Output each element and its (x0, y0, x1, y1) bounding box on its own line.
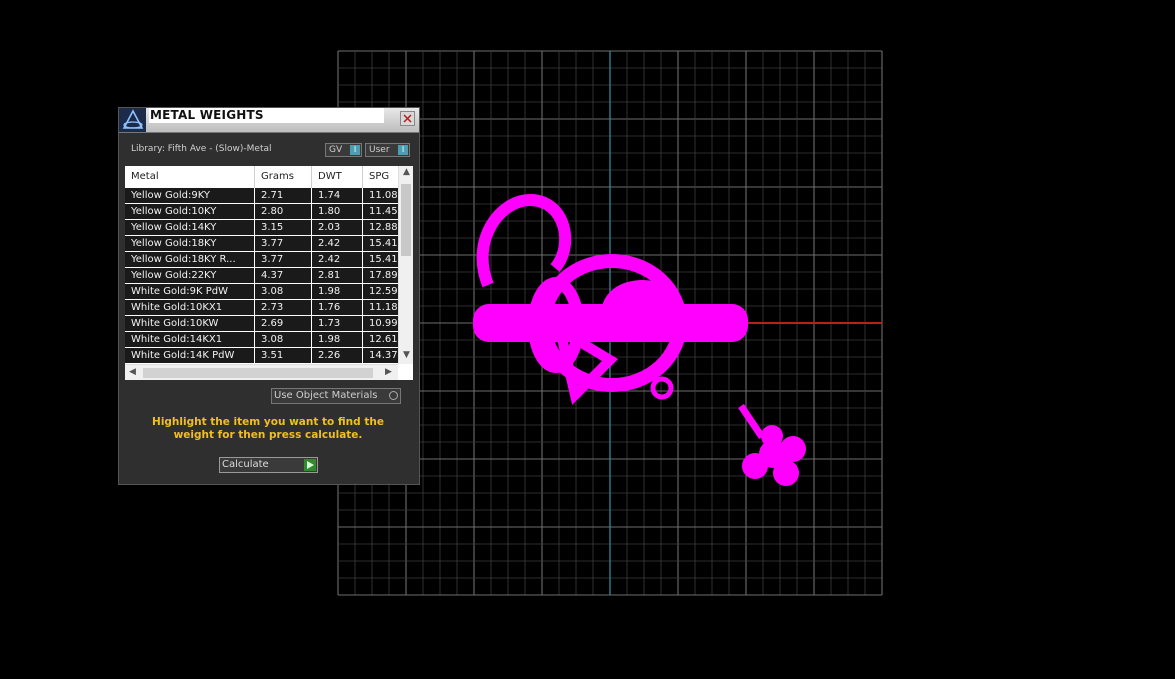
vertical-scrollbar[interactable]: ▲ ▼ (398, 166, 413, 364)
dwt-cell: 1.73 (312, 316, 363, 331)
library-label: Library: Fifth Ave - (Slow)-Metal (131, 144, 272, 154)
dwt-cell: 1.76 (312, 300, 363, 315)
app-logo-icon (119, 108, 146, 132)
chevron-up-icon[interactable]: ▲ (399, 167, 413, 177)
dwt-cell: 2.42 (312, 252, 363, 267)
spg-cell: 15.41 (369, 254, 398, 265)
dwt-cell: 2.26 (312, 348, 363, 363)
calculate-button[interactable]: Calculate (219, 457, 318, 473)
use-object-materials-label: Use Object Materials (274, 390, 378, 401)
grams-cell: 2.69 (255, 316, 312, 331)
chevron-left-icon[interactable]: ◀ (125, 367, 140, 377)
column-header-metal[interactable]: Metal (125, 166, 255, 188)
grams-cell: 3.77 (255, 236, 312, 251)
spg-cell: 14.37 (369, 350, 398, 361)
metal-cell: Yellow Gold:18KY R... (125, 252, 255, 267)
table-row[interactable]: White Gold:10KW 2.69 1.73 10.99 (125, 316, 398, 332)
dwt-cell: 1.98 (312, 284, 363, 299)
grams-cell: 2.73 (255, 300, 312, 315)
horizontal-scrollbar[interactable]: ◀ ▶ (125, 364, 398, 380)
grams-cell: 4.37 (255, 268, 312, 283)
dwt-cell: 1.74 (312, 188, 363, 203)
instructions-text: Highlight the item you want to find the … (152, 416, 384, 441)
grams-cell: 3.08 (255, 332, 312, 347)
grams-cell: 3.77 (255, 252, 312, 267)
panel-title: METAL WEIGHTS (149, 108, 384, 123)
dwt-cell: 2.81 (312, 268, 363, 283)
user-toggle-label: User (369, 145, 390, 155)
spg-cell: 17.89 (369, 270, 398, 281)
spg-cell: 12.88 (369, 222, 398, 233)
spg-cell: 12.61 (369, 334, 398, 345)
grams-cell: 3.08 (255, 284, 312, 299)
dwt-cell: 1.80 (312, 204, 363, 219)
metal-weights-panel: METAL WEIGHTS Library: Fifth Ave - (Slow… (118, 107, 420, 485)
user-toggle-knob: I (398, 145, 408, 155)
spg-cell: 12.59 (369, 286, 398, 297)
user-toggle[interactable]: User I (365, 143, 410, 157)
horizontal-scroll-thumb[interactable] (143, 368, 373, 378)
chevron-down-icon[interactable]: ▼ (399, 350, 413, 360)
table-header: Metal Grams DWT SPG (125, 166, 398, 188)
metal-cell: Yellow Gold:14KY (125, 220, 255, 235)
column-header-spg[interactable]: SPG (363, 166, 398, 188)
metal-cell: White Gold:14K PdW (125, 348, 255, 363)
table-row[interactable]: White Gold:10KX1 2.73 1.76 11.18 (125, 300, 398, 316)
chevron-right-icon[interactable]: ▶ (381, 367, 396, 377)
metal-cell: White Gold:10KX1 (125, 300, 255, 315)
metal-cell: Yellow Gold:18KY (125, 236, 255, 251)
table-row[interactable]: Yellow Gold:18KY R... 3.77 2.42 15.41 (125, 252, 398, 268)
metal-cell: White Gold:10KW (125, 316, 255, 331)
clover-model[interactable] (738, 404, 806, 486)
vertical-scroll-thumb[interactable] (401, 184, 411, 256)
table-body: Yellow Gold:9KY 2.71 1.74 11.08 Yellow Gold:… (125, 188, 398, 364)
spg-cell: 10.99 (369, 318, 398, 329)
metal-cell: Yellow Gold:10KY (125, 204, 255, 219)
table-row[interactable]: White Gold:14K PdW 3.51 2.26 14.37 (125, 348, 398, 364)
table-row[interactable]: Yellow Gold:14KY 3.15 2.03 12.88 (125, 220, 398, 236)
gv-toggle-knob: I (350, 145, 360, 155)
panel-titlebar[interactable]: METAL WEIGHTS (119, 108, 419, 133)
dwt-cell: 1.98 (312, 332, 363, 347)
table-row[interactable]: White Gold:14KX1 3.08 1.98 12.61 (125, 332, 398, 348)
table-row[interactable]: Yellow Gold:22KY 4.37 2.81 17.89 (125, 268, 398, 284)
spg-cell: 11.45 (369, 206, 398, 217)
spg-cell: 11.08 (369, 190, 398, 201)
table-row[interactable]: Yellow Gold:9KY 2.71 1.74 11.08 (125, 188, 398, 204)
close-icon (403, 114, 412, 123)
play-icon (304, 459, 316, 471)
grams-cell: 2.71 (255, 188, 312, 203)
calculate-label: Calculate (222, 459, 269, 470)
table-row[interactable]: Yellow Gold:18KY 3.77 2.42 15.41 (125, 236, 398, 252)
dwt-cell: 2.03 (312, 220, 363, 235)
column-header-grams[interactable]: Grams (255, 166, 312, 188)
column-header-dwt[interactable]: DWT (312, 166, 363, 188)
gv-toggle[interactable]: GV I (325, 143, 362, 157)
metal-table: Metal Grams DWT SPG Yellow Gold:9KY 2.71 1… (125, 166, 413, 380)
table-row[interactable]: Yellow Gold:10KY 2.80 1.80 11.45 (125, 204, 398, 220)
metal-cell: White Gold:9K PdW (125, 284, 255, 299)
close-button[interactable] (400, 111, 415, 126)
table-row[interactable]: White Gold:9K PdW 3.08 1.98 12.59 (125, 284, 398, 300)
metal-cell: Yellow Gold:22KY (125, 268, 255, 283)
metal-cell: White Gold:14KX1 (125, 332, 255, 347)
gv-toggle-label: GV (329, 145, 343, 155)
use-object-materials-toggle[interactable]: Use Object Materials (271, 388, 401, 404)
grams-cell: 3.15 (255, 220, 312, 235)
use-object-materials-radio[interactable] (389, 391, 398, 400)
spg-cell: 15.41 (369, 238, 398, 249)
grams-cell: 3.51 (255, 348, 312, 363)
grams-cell: 2.80 (255, 204, 312, 219)
spg-cell: 11.18 (369, 302, 398, 313)
metal-cell: Yellow Gold:9KY (125, 188, 255, 203)
dwt-cell: 2.42 (312, 236, 363, 251)
